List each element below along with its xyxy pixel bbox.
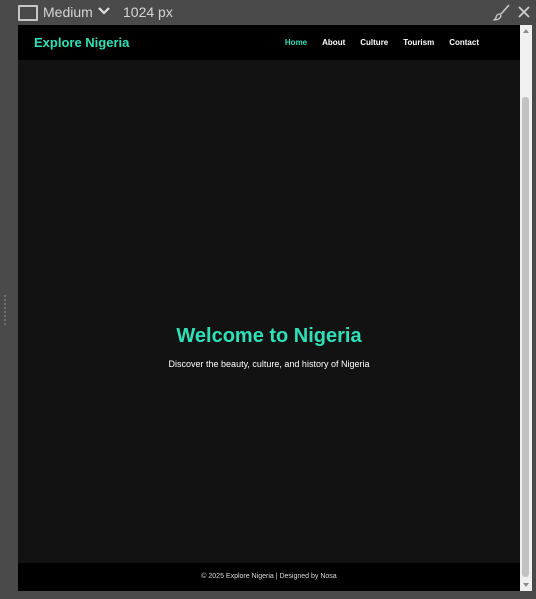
preview-toolbar: Medium 1024 px xyxy=(0,0,536,25)
device-size-label[interactable]: Medium xyxy=(43,4,93,20)
resize-handle[interactable] xyxy=(3,294,7,328)
nav-link-tourism[interactable]: Tourism xyxy=(403,38,434,47)
nav-link-home[interactable]: Home xyxy=(285,38,307,47)
footer-text: © 2025 Explore Nigeria | Designed by Nos… xyxy=(201,573,337,580)
scroll-down-arrow-icon[interactable] xyxy=(522,581,530,589)
nav-link-culture[interactable]: Culture xyxy=(360,38,388,47)
hero-title: Welcome to Nigeria xyxy=(176,325,362,347)
nav-links: Home About Culture Tourism Contact xyxy=(285,38,479,47)
site-brand[interactable]: Explore Nigeria xyxy=(34,35,129,50)
hero-subtitle: Discover the beauty, culture, and histor… xyxy=(168,359,370,369)
scroll-up-arrow-icon[interactable] xyxy=(522,27,530,35)
close-icon[interactable] xyxy=(517,5,531,19)
scrollbar-thumb[interactable] xyxy=(522,97,529,577)
monitor-icon[interactable] xyxy=(18,5,38,21)
chevron-down-icon[interactable] xyxy=(97,5,111,17)
vertical-scrollbar[interactable] xyxy=(520,25,532,591)
viewport-width-label: 1024 px xyxy=(123,4,173,20)
footer: © 2025 Explore Nigeria | Designed by Nos… xyxy=(18,563,520,591)
nav-link-about[interactable]: About xyxy=(322,38,345,47)
nav-link-contact[interactable]: Contact xyxy=(449,38,479,47)
page-viewport: Explore Nigeria Home About Culture Touri… xyxy=(18,25,520,591)
navbar: Explore Nigeria Home About Culture Touri… xyxy=(18,25,520,60)
brush-icon[interactable] xyxy=(493,4,511,21)
